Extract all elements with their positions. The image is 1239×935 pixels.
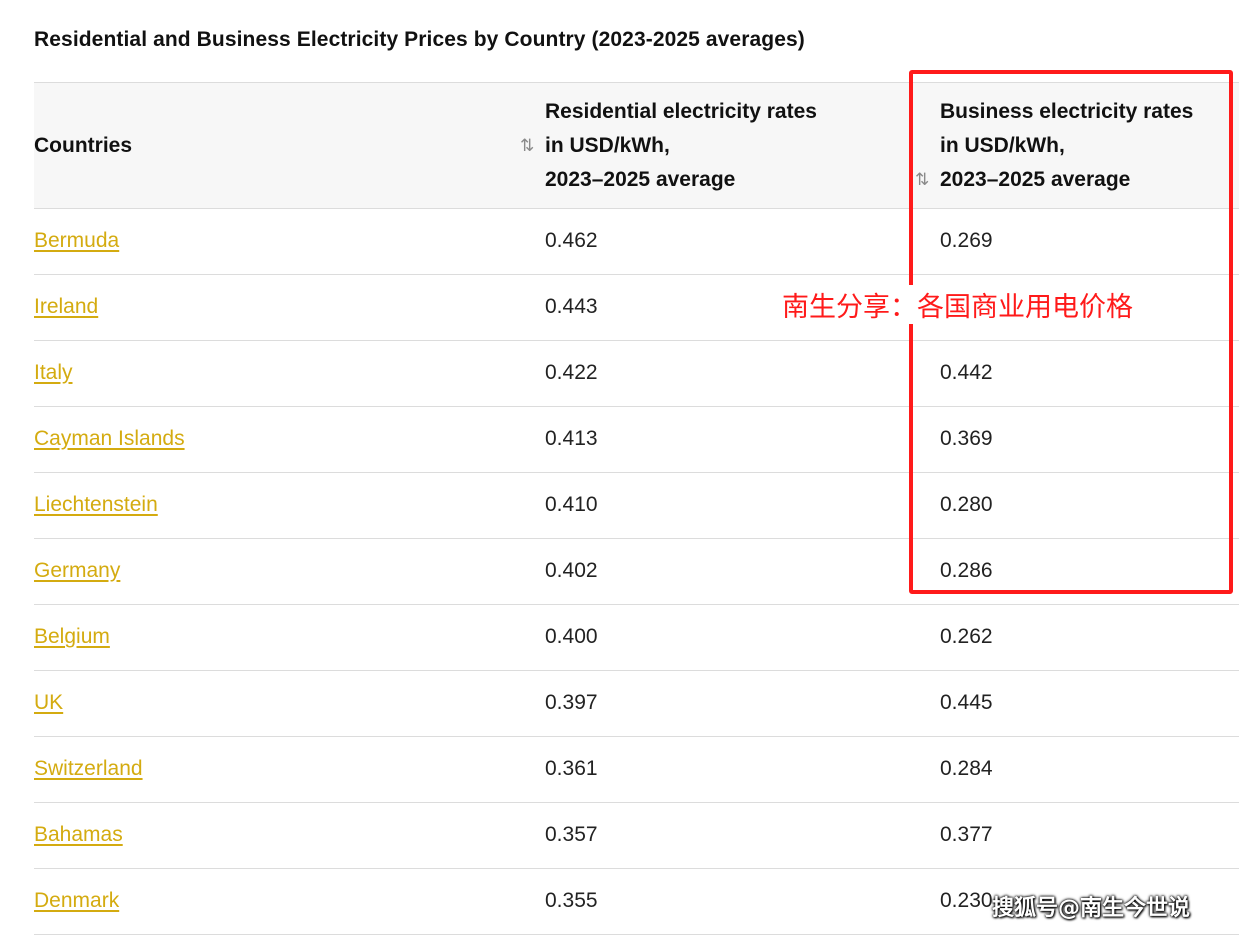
header-line: Residential electricity rates [545,100,817,123]
business-rate: 0.269 [940,229,993,252]
table-row: Germany 0.402 0.286 [34,539,1239,605]
country-link[interactable]: Cayman Islands [34,425,185,453]
business-rate: 0.280 [940,493,993,516]
business-rate: 0.284 [940,757,993,780]
sort-icon[interactable]: ⇅ [915,171,929,188]
residential-rate: 0.361 [545,757,598,780]
country-link[interactable]: Belgium [34,623,110,651]
country-link[interactable]: Denmark [34,887,119,915]
country-link[interactable]: Ireland [34,293,98,321]
business-rate: 0.230 [940,889,993,912]
table-row: Italy 0.422 0.442 [34,341,1239,407]
residential-rate: 0.462 [545,229,598,252]
column-header-countries[interactable]: Countries [34,129,132,163]
header-line: 2023–2025 average [545,168,736,191]
country-link[interactable]: Germany [34,557,120,585]
residential-rate: 0.402 [545,559,598,582]
page-title: Residential and Business Electricity Pri… [34,28,805,51]
residential-rate: 0.355 [545,889,598,912]
country-link[interactable]: Italy [34,359,73,387]
business-rate: 0.369 [940,427,993,450]
sort-icon[interactable]: ⇅ [520,137,534,154]
header-line: 2023–2025 average [940,168,1131,191]
header-line: Business electricity rates [940,100,1194,123]
table-row: Bahamas 0.357 0.377 [34,803,1239,869]
country-link[interactable]: Bermuda [34,227,119,255]
business-rate: 0.262 [940,625,993,648]
residential-rate: 0.410 [545,493,598,516]
country-link[interactable]: UK [34,689,63,717]
business-rate: 0.445 [940,691,993,714]
watermark: 搜狐号@南生今世说 [992,896,1191,921]
country-link[interactable]: Switzerland [34,755,143,783]
table-row: UK 0.397 0.445 [34,671,1239,737]
business-rate: 0.442 [940,361,993,384]
country-link[interactable]: Liechtenstein [34,491,158,519]
business-rate: 0.377 [940,823,993,846]
residential-rate: 0.443 [545,295,598,318]
residential-rate: 0.422 [545,361,598,384]
table-row: Bermuda 0.462 0.269 [34,209,1239,275]
table-row: Belgium 0.400 0.262 [34,605,1239,671]
column-header-residential[interactable]: Residential electricity rates in USD/kWh… [545,95,885,197]
business-rate: 0.286 [940,559,993,582]
residential-rate: 0.397 [545,691,598,714]
residential-rate: 0.400 [545,625,598,648]
electricity-prices-table: Countries ⇅ Residential electricity rate… [34,82,1239,935]
annotation-text: 南生分享：各国商业用电价格 [780,285,1135,324]
residential-rate: 0.413 [545,427,598,450]
header-line: in USD/kWh, [940,134,1065,157]
table-row: Switzerland 0.361 0.284 [34,737,1239,803]
column-header-business[interactable]: Business electricity rates in USD/kWh, 2… [940,95,1239,197]
table-row: Liechtenstein 0.410 0.280 [34,473,1239,539]
country-link[interactable]: Bahamas [34,821,123,849]
table-header: Countries ⇅ Residential electricity rate… [34,82,1239,209]
header-line: in USD/kWh, [545,134,670,157]
residential-rate: 0.357 [545,823,598,846]
table-row: Cayman Islands 0.413 0.369 [34,407,1239,473]
